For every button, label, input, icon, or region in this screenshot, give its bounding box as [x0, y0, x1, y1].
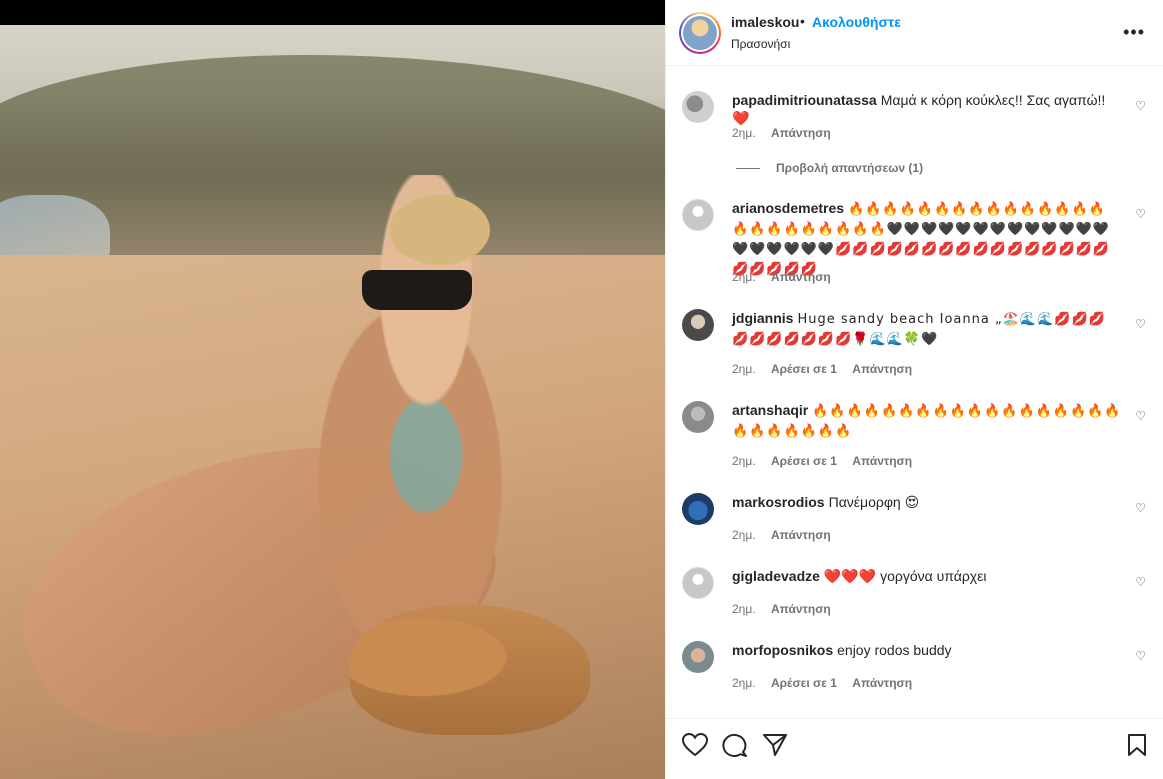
comment-time: 2ημ. — [732, 602, 756, 616]
post-photo[interactable] — [0, 25, 665, 779]
comment-text: morfoposnikos enjoy rodos buddy — [732, 641, 1122, 659]
photo-dog — [350, 605, 590, 735]
reply-button[interactable]: Απάντηση — [771, 270, 831, 284]
like-comment-heart-icon[interactable]: ♡ — [1135, 649, 1146, 663]
comment-time: 2ημ. — [732, 454, 756, 468]
comment-meta: 2ημ. Απάντηση — [732, 270, 843, 284]
comment-time: 2ημ. — [732, 126, 756, 140]
comment-meta: 2ημ. Αρέσει σε 1 Απάντηση — [732, 454, 924, 468]
reply-button[interactable]: Απάντηση — [852, 454, 912, 468]
like-comment-heart-icon[interactable]: ♡ — [1135, 501, 1146, 515]
comment-meta: 2ημ. Απάντηση — [732, 602, 843, 616]
like-comment-heart-icon[interactable]: ♡ — [1135, 409, 1146, 423]
commenter-avatar[interactable] — [682, 401, 714, 433]
reply-button[interactable]: Απάντηση — [771, 528, 831, 542]
comment-meta: 2ημ. Απάντηση — [732, 126, 843, 140]
avatar-image — [683, 16, 717, 50]
comment-icon[interactable] — [722, 733, 748, 763]
comment-text: markosrodios Πανέμορφη 😍 — [732, 493, 1122, 511]
comment-likes[interactable]: Αρέσει σε 1 — [771, 362, 837, 376]
commenter-avatar[interactable] — [682, 567, 714, 599]
commenter-username[interactable]: jdgiannis — [732, 310, 793, 326]
comment-content: enjoy rodos buddy — [837, 642, 952, 658]
commenter-username[interactable]: gigladevadze — [732, 568, 820, 584]
bookmark-icon[interactable] — [1126, 733, 1148, 763]
comment-time: 2ημ. — [732, 676, 756, 690]
comment-text: arianosdemetres 🔥🔥🔥🔥🔥🔥🔥🔥🔥🔥🔥🔥🔥🔥🔥🔥🔥🔥🔥🔥🔥🔥🔥🔥🖤… — [732, 199, 1122, 279]
view-replies-button[interactable]: Προβολή απαντήσεων (1) — [736, 161, 923, 175]
view-replies-label: Προβολή απαντήσεων (1) — [776, 161, 924, 175]
comment-time: 2ημ. — [732, 362, 756, 376]
reply-button[interactable]: Απάντηση — [852, 362, 912, 376]
comment-content: Πανέμορφη 😍 — [828, 494, 920, 510]
reply-button[interactable]: Απάντηση — [852, 676, 912, 690]
post-header: imaleskou • Ακολουθήστε Πρασονήσι ••• — [666, 0, 1163, 66]
comment-meta: 2ημ. Αρέσει σε 1 Απάντηση — [732, 362, 924, 376]
commenter-avatar[interactable] — [682, 199, 714, 231]
author-avatar[interactable] — [679, 12, 721, 54]
post-location[interactable]: Πρασονήσι — [731, 37, 790, 51]
comments-list[interactable]: papadimitriounatassa Μαμά κ κόρη κούκλες!… — [666, 67, 1163, 717]
like-comment-heart-icon[interactable]: ♡ — [1135, 99, 1146, 113]
commenter-avatar[interactable] — [682, 91, 714, 123]
comment-time: 2ημ. — [732, 270, 756, 284]
commenter-avatar[interactable] — [682, 493, 714, 525]
photo-hair — [390, 195, 490, 265]
share-icon[interactable] — [762, 733, 788, 763]
post-actions-bar — [666, 718, 1163, 779]
comment-likes[interactable]: Αρέσει σε 1 — [771, 454, 837, 468]
comment-text: artanshaqir 🔥🔥🔥🔥🔥🔥🔥🔥🔥🔥🔥🔥🔥🔥🔥🔥🔥🔥🔥🔥🔥🔥🔥🔥🔥 — [732, 401, 1122, 441]
comment-text: gigladevadze ❤️❤️❤️ γοργόνα υπάρχει — [732, 567, 1122, 585]
like-comment-heart-icon[interactable]: ♡ — [1135, 317, 1146, 331]
post-photo-area — [0, 0, 665, 779]
comment-meta: 2ημ. Απάντηση — [732, 528, 843, 542]
like-comment-heart-icon[interactable]: ♡ — [1135, 575, 1146, 589]
comment-meta: 2ημ. Αρέσει σε 1 Απάντηση — [732, 676, 924, 690]
comment-likes[interactable]: Αρέσει σε 1 — [771, 676, 837, 690]
reply-button[interactable]: Απάντηση — [771, 126, 831, 140]
follow-button[interactable]: Ακολουθήστε — [812, 14, 901, 30]
like-comment-heart-icon[interactable]: ♡ — [1135, 207, 1146, 221]
commenter-username[interactable]: markosrodios — [732, 494, 825, 510]
separator-dot: • — [800, 13, 805, 29]
comment-time: 2ημ. — [732, 528, 756, 542]
commenter-avatar[interactable] — [682, 309, 714, 341]
comment-text: papadimitriounatassa Μαμά κ κόρη κούκλες!… — [732, 91, 1122, 127]
post-side-panel: imaleskou • Ακολουθήστε Πρασονήσι ••• pa… — [665, 0, 1163, 779]
photo-sunglasses — [362, 270, 472, 310]
commenter-username[interactable]: morfoposnikos — [732, 642, 833, 658]
author-username[interactable]: imaleskou — [731, 14, 799, 30]
replies-line — [736, 168, 760, 170]
heart-icon[interactable] — [681, 732, 709, 763]
reply-button[interactable]: Απάντηση — [771, 602, 831, 616]
comment-content: ❤️❤️❤️ γοργόνα υπάρχει — [823, 568, 987, 584]
more-options-icon[interactable]: ••• — [1123, 22, 1145, 43]
commenter-username[interactable]: arianosdemetres — [732, 200, 844, 216]
commenter-avatar[interactable] — [682, 641, 714, 673]
commenter-username[interactable]: artanshaqir — [732, 402, 808, 418]
comment-text: jdgiannis Huge sandy beach Ioanna „🏖️🌊🌊💋💋… — [732, 309, 1122, 349]
commenter-username[interactable]: papadimitriounatassa — [732, 92, 877, 108]
